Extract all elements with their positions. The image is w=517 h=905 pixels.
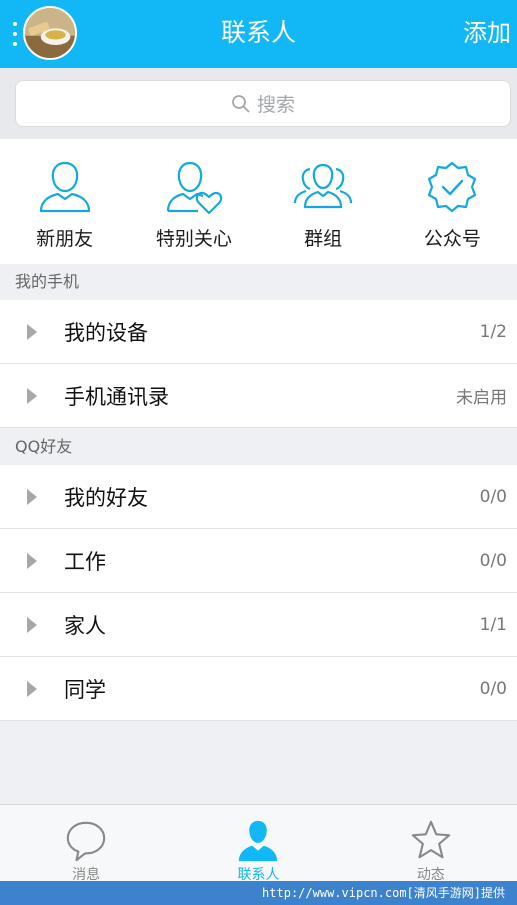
expand-arrow-icon — [27, 324, 37, 340]
expand-arrow-icon — [27, 617, 37, 633]
top-bar: 联系人 添加 — [0, 0, 517, 68]
list-item[interactable]: 工作 0/0 — [0, 529, 517, 593]
nav-item-moments[interactable]: 动态 — [345, 805, 517, 884]
star-icon — [411, 820, 451, 859]
expand-arrow-icon — [27, 489, 37, 505]
group-name: 同学 — [64, 677, 106, 702]
group-count: 未启用 — [456, 388, 507, 408]
quick-action-label: 新朋友 — [36, 228, 94, 250]
quick-action-label: 特别关心 — [155, 228, 232, 250]
list-item[interactable]: 我的好友 0/0 — [0, 465, 517, 529]
search-input[interactable]: 搜索 — [15, 80, 511, 127]
group-count: 1/2 — [479, 321, 507, 342]
page-title: 联系人 — [220, 18, 296, 47]
quick-action-new-friends[interactable]: 新朋友 — [0, 139, 129, 264]
group-icon — [294, 163, 353, 209]
add-button[interactable]: 添加 — [463, 16, 511, 50]
nav-item-contacts[interactable]: 联系人 — [172, 805, 344, 884]
person-icon — [39, 161, 90, 213]
avatar[interactable] — [23, 6, 77, 60]
group-count: 1/1 — [479, 614, 507, 635]
watermark-banner: http://www.vipcn.com[清风手游网]提供 — [0, 881, 517, 905]
quick-action-label: 群组 — [304, 228, 343, 250]
group-name: 我的设备 — [64, 320, 148, 345]
search-placeholder: 搜索 — [256, 94, 295, 116]
list-item[interactable]: 家人 1/1 — [0, 593, 517, 657]
section-header: QQ好友 — [0, 429, 517, 465]
badge-check-icon — [428, 161, 477, 213]
chat-bubble-icon — [66, 821, 106, 862]
bottom-nav: 消息 联系人 动态 — [0, 804, 517, 884]
expand-arrow-icon — [27, 681, 37, 697]
person-heart-icon — [166, 161, 223, 215]
quick-action-label: 公众号 — [423, 228, 481, 250]
group-name: 我的好友 — [64, 485, 148, 510]
nav-item-messages[interactable]: 消息 — [0, 805, 172, 884]
group-count: 0/0 — [479, 550, 507, 571]
group-name: 家人 — [64, 613, 106, 638]
list-item[interactable]: 同学 0/0 — [0, 657, 517, 721]
list-item[interactable]: 手机通讯录 未启用 — [0, 364, 517, 428]
group-name: 工作 — [64, 549, 106, 574]
search-area: 搜索 — [0, 68, 517, 139]
quick-action-groups[interactable]: 群组 — [259, 139, 388, 264]
group-count: 0/0 — [479, 486, 507, 507]
contacts-person-icon — [239, 820, 278, 862]
expand-arrow-icon — [27, 553, 37, 569]
quick-action-official-accounts[interactable]: 公众号 — [388, 139, 517, 264]
section-header: 我的手机 — [0, 264, 517, 300]
search-icon — [232, 94, 250, 113]
group-name: 手机通讯录 — [64, 384, 169, 409]
contact-group-list: 我的设备 1/2 手机通讯录 未启用 — [0, 300, 517, 428]
list-item[interactable]: 我的设备 1/2 — [0, 300, 517, 364]
expand-arrow-icon — [27, 388, 37, 404]
quick-actions: 新朋友 特别关心 群组 公众号 — [0, 139, 517, 264]
group-count: 0/0 — [479, 678, 507, 699]
quick-action-special-care[interactable]: 特别关心 — [129, 139, 258, 264]
menu-dots-icon[interactable] — [12, 22, 18, 46]
contact-group-list: 我的好友 0/0 工作 0/0 家人 1/1 同学 0/0 — [0, 465, 517, 721]
